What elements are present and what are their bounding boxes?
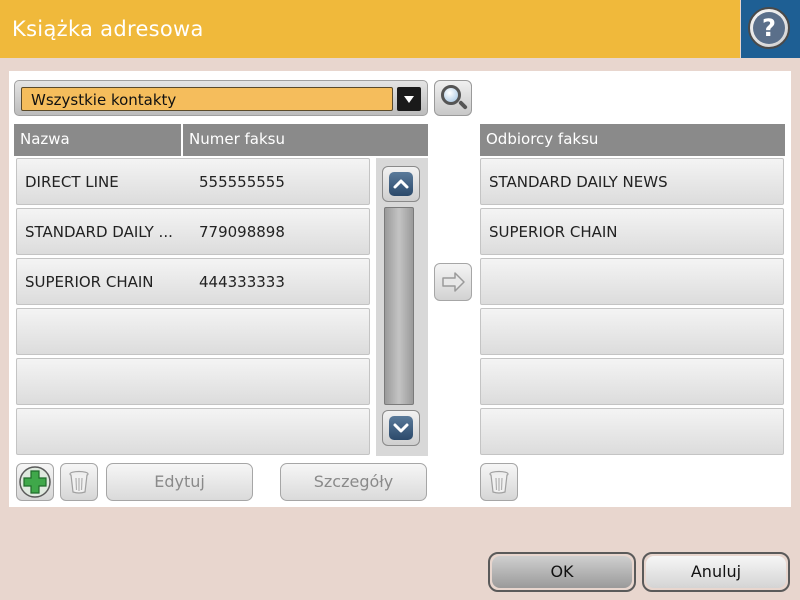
scroll-thumb[interactable] xyxy=(384,207,414,405)
help-icon: ? xyxy=(753,12,785,44)
scroll-up-button[interactable] xyxy=(382,166,420,202)
contact-row[interactable] xyxy=(16,308,370,355)
plus-icon xyxy=(19,466,51,498)
arrow-right-icon xyxy=(442,272,465,292)
contact-row[interactable]: SUPERIOR CHAIN 444333333 xyxy=(16,258,370,305)
search-button[interactable] xyxy=(434,80,472,116)
scroll-down-button[interactable] xyxy=(382,410,420,446)
chevron-down-icon[interactable] xyxy=(397,87,421,111)
contact-row[interactable]: STANDARD DAILY ... 779098898 xyxy=(16,208,370,255)
trash-icon xyxy=(69,470,89,494)
recipient-row[interactable] xyxy=(480,358,784,405)
contact-filter-field[interactable]: Wszystkie kontakty xyxy=(21,87,393,111)
contact-fax: 779098898 xyxy=(199,223,285,241)
page-title: Książka adresowa xyxy=(12,17,204,41)
add-to-recipients-button[interactable] xyxy=(434,263,472,301)
delete-contact-button[interactable] xyxy=(60,463,98,501)
recipient-row[interactable] xyxy=(480,258,784,305)
help-button[interactable]: ? xyxy=(748,7,790,49)
chevron-down-icon xyxy=(389,416,413,440)
contact-fax: 555555555 xyxy=(199,173,285,191)
ok-button[interactable]: OK xyxy=(488,552,636,592)
details-button[interactable]: Szczegóły xyxy=(280,463,427,501)
remove-recipient-button[interactable] xyxy=(480,463,518,501)
add-contact-button[interactable] xyxy=(16,463,54,501)
contact-filter-dropdown[interactable]: Wszystkie kontakty xyxy=(14,80,428,116)
contact-row[interactable] xyxy=(16,358,370,405)
recipient-name: SUPERIOR CHAIN xyxy=(489,223,618,241)
recipient-row[interactable]: SUPERIOR CHAIN xyxy=(480,208,784,255)
edit-button[interactable]: Edytuj xyxy=(106,463,253,501)
contact-fax: 444333333 xyxy=(199,273,285,291)
recipient-name: STANDARD DAILY NEWS xyxy=(489,173,668,191)
cancel-button[interactable]: Anuluj xyxy=(642,552,790,592)
title-bar: Książka adresowa xyxy=(0,0,740,58)
contact-name: STANDARD DAILY ... xyxy=(25,223,173,241)
column-header-recipients: Odbiorcy faksu xyxy=(480,124,785,156)
trash-icon xyxy=(489,470,509,494)
contact-filter-value: Wszystkie kontakty xyxy=(31,91,177,109)
contact-row[interactable]: DIRECT LINE 555555555 xyxy=(16,158,370,205)
recipient-row[interactable]: STANDARD DAILY NEWS xyxy=(480,158,784,205)
recipient-row[interactable] xyxy=(480,308,784,355)
contact-name: SUPERIOR CHAIN xyxy=(25,273,154,291)
contact-row[interactable] xyxy=(16,408,370,455)
contact-name: DIRECT LINE xyxy=(25,173,119,191)
chevron-up-icon xyxy=(389,172,413,196)
cancel-button-label: Anuluj xyxy=(646,556,786,588)
search-icon-handle xyxy=(458,100,468,110)
help-area: ? xyxy=(741,0,800,58)
ok-button-label: OK xyxy=(492,556,632,588)
column-header-fax: Numer faksu xyxy=(183,124,428,156)
recipient-row[interactable] xyxy=(480,408,784,455)
column-header-name: Nazwa xyxy=(14,124,181,156)
